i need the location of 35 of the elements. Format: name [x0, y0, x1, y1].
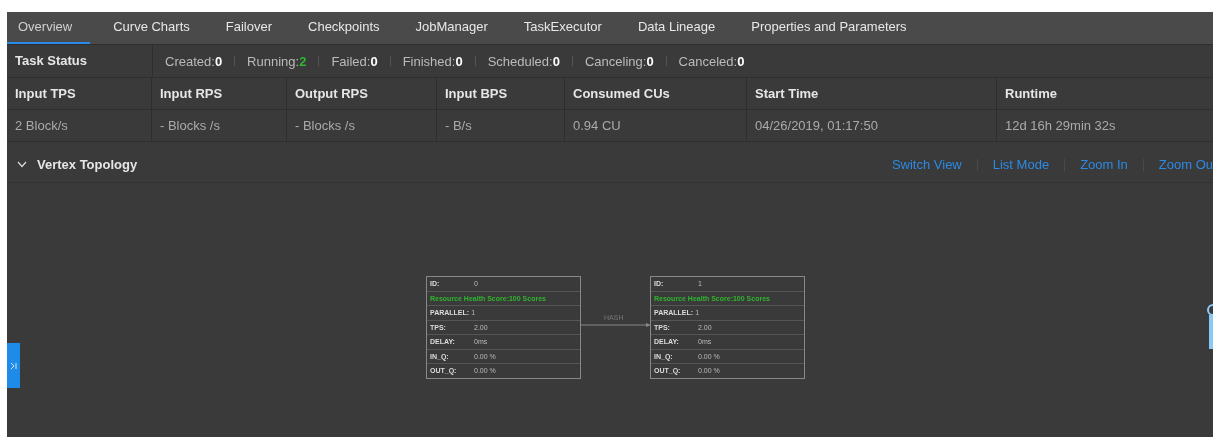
table-cell: - Blocks /s	[287, 110, 437, 141]
column-header: Runtime	[1004, 85, 1058, 103]
table-cell-text: 12d 16h 29min 32s	[1004, 117, 1117, 135]
table-cell: 04/26/2019, 01:17:50	[747, 110, 997, 141]
edge-arrow	[581, 322, 651, 328]
handle-icon[interactable]	[1207, 303, 1213, 349]
arrow-icon	[10, 361, 17, 370]
section-title: Vertex Topology	[37, 157, 138, 172]
table-cell: 2 Block/s	[7, 110, 152, 141]
status-count: Canceling:0	[584, 53, 654, 69]
tab[interactable]: Checkpoints	[295, 12, 393, 44]
table-cell: - B/s	[437, 110, 565, 141]
status-count: Canceled:0	[678, 53, 745, 69]
tab[interactable]: JobManager	[402, 12, 501, 44]
column-header: Input RPS	[152, 78, 287, 109]
status-count: Finished:0	[402, 53, 463, 69]
status-count: Created:0	[165, 53, 223, 69]
tab[interactable]: Failover	[212, 12, 285, 44]
table-cell: 0.94 CU	[565, 110, 747, 141]
tab[interactable]: Data Lineage	[624, 12, 729, 44]
status-count: Scheduled:0	[487, 53, 560, 69]
tab[interactable]: Overview	[7, 12, 91, 44]
status-count: Running:2	[247, 53, 307, 69]
task-status-label: Task Status	[7, 45, 153, 77]
table-cell: - Blocks /s	[152, 110, 287, 141]
status-count: Failed:0	[331, 53, 378, 69]
column-header: Input BPS	[437, 78, 565, 109]
tab[interactable]: TaskExecutor	[510, 12, 615, 44]
chevron-icon[interactable]	[17, 161, 27, 168]
column-header: Input TPS	[7, 78, 152, 109]
column-header: Start Time	[747, 78, 997, 109]
column-header: Output RPS	[287, 78, 437, 109]
tab[interactable]: Curve Charts	[100, 12, 203, 44]
tab[interactable]: Properties and Parameters	[738, 12, 920, 44]
column-header: Consumed CUs	[565, 78, 747, 109]
